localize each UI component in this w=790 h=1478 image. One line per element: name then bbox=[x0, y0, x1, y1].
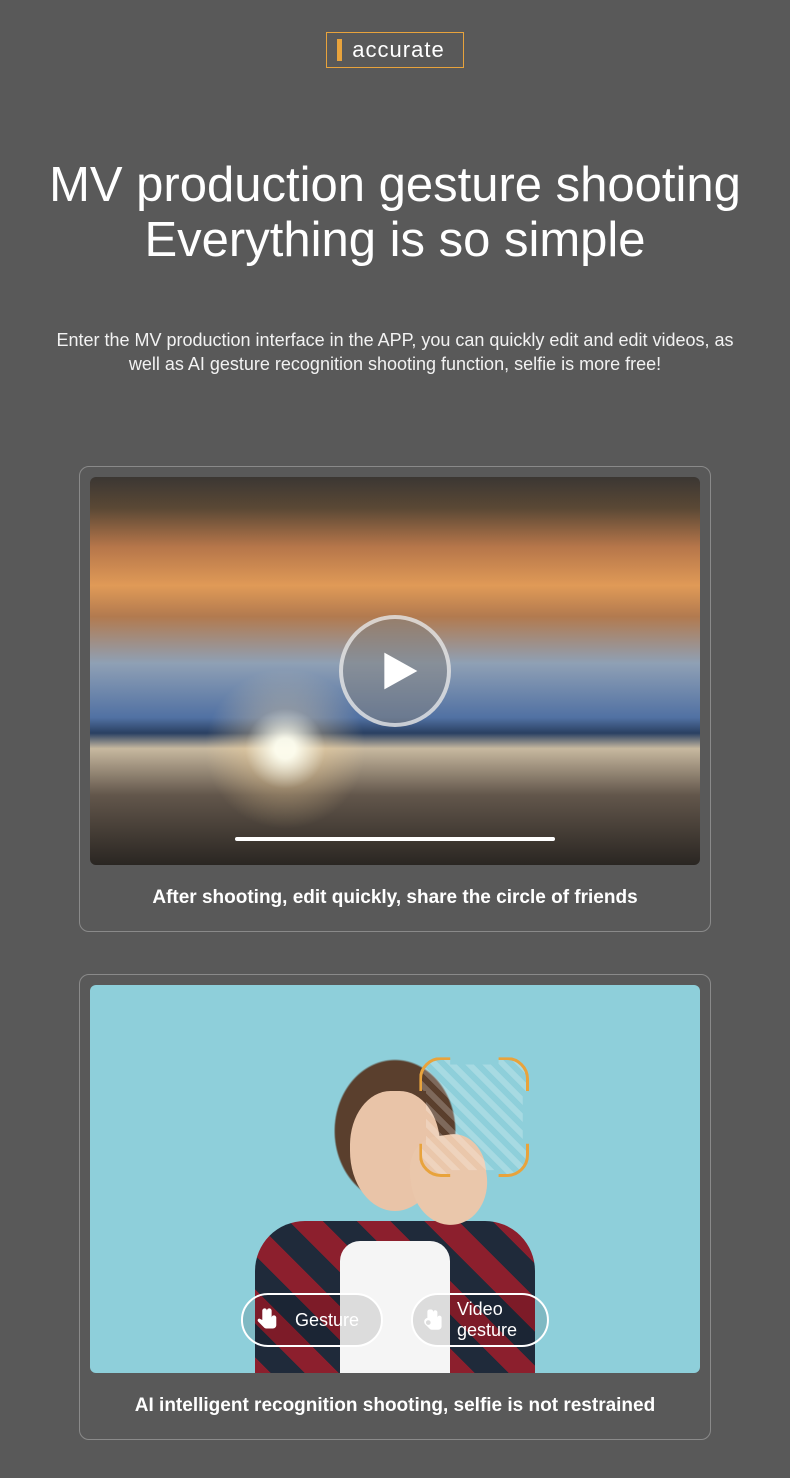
selfie-image: Gesture Video gesture bbox=[90, 985, 700, 1373]
page-subtitle: Enter the MV production interface in the… bbox=[55, 328, 735, 377]
gesture-pill-label: Gesture bbox=[295, 1310, 359, 1331]
title-line-1: MV production gesture shooting bbox=[49, 158, 741, 212]
card-video-caption: After shooting, edit quickly, share the … bbox=[90, 887, 700, 909]
hand-ok-icon bbox=[419, 1302, 447, 1338]
badge-label: accurate bbox=[352, 37, 444, 63]
card-gesture-selfie: Gesture Video gesture AI intelligent rec… bbox=[79, 974, 711, 1440]
badge-accent-bar bbox=[337, 39, 342, 61]
play-icon bbox=[377, 649, 421, 693]
accurate-badge: accurate bbox=[326, 32, 463, 68]
card-video-edit: After shooting, edit quickly, share the … bbox=[79, 466, 711, 932]
hand-point-icon bbox=[249, 1302, 285, 1338]
card-gesture-caption: AI intelligent recognition shooting, sel… bbox=[90, 1395, 700, 1417]
gesture-pill[interactable]: Gesture bbox=[241, 1293, 383, 1347]
gesture-pill-row: Gesture Video gesture bbox=[241, 1293, 549, 1347]
video-progress-bar[interactable] bbox=[235, 837, 555, 841]
title-line-2: Everything is so simple bbox=[144, 213, 645, 267]
sunset-video-thumbnail[interactable] bbox=[90, 477, 700, 865]
video-gesture-pill-label: Video gesture bbox=[457, 1299, 525, 1341]
play-button[interactable] bbox=[339, 615, 451, 727]
video-gesture-pill[interactable]: Video gesture bbox=[411, 1293, 549, 1347]
gesture-detection-frame bbox=[419, 1057, 529, 1177]
page-title: MV production gesture shooting Everythin… bbox=[0, 158, 790, 268]
